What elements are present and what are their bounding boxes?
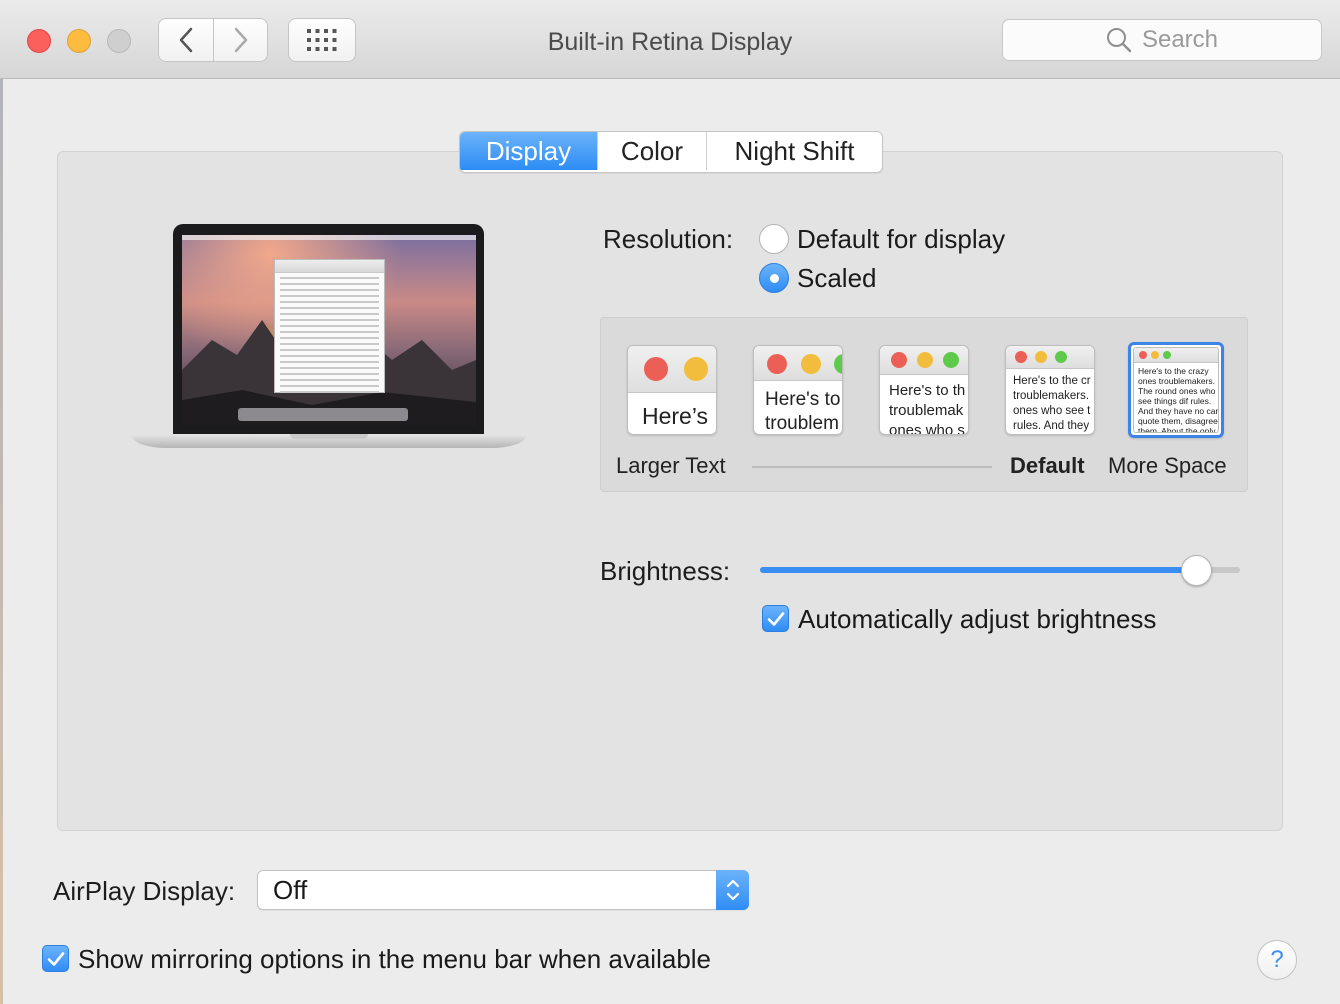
- search-placeholder: Search: [1141, 26, 1219, 53]
- grid-icon: [307, 29, 337, 51]
- default-label: Default: [1010, 453, 1085, 478]
- scale-option-1[interactable]: Here’s: [627, 345, 717, 435]
- checkmark-icon: [767, 611, 784, 626]
- forward-button[interactable]: [213, 18, 268, 62]
- airplay-label: AirPlay Display:: [53, 876, 236, 906]
- laptop-dock: [238, 408, 408, 421]
- radio-default-label[interactable]: Default for display: [797, 224, 1005, 255]
- search-icon: [1106, 28, 1132, 53]
- airplay-select-arrows[interactable]: [716, 870, 749, 910]
- brightness-slider-fill: [760, 567, 1197, 573]
- scale-divider: [752, 466, 992, 468]
- radio-scaled-label[interactable]: Scaled: [797, 263, 877, 294]
- tab-bar: Display Color Night Shift: [459, 131, 883, 173]
- laptop-notch: [290, 434, 368, 439]
- airplay-select[interactable]: [257, 870, 749, 910]
- scale-option-4[interactable]: Here's to the cr troublemakers. ones who…: [1005, 345, 1095, 435]
- help-button[interactable]: ?: [1257, 940, 1297, 980]
- brightness-label: Brightness:: [600, 556, 731, 586]
- close-button[interactable]: [27, 29, 51, 53]
- window-title: Built-in Retina Display: [547, 28, 793, 56]
- scale-option-3[interactable]: Here's to th troublemak ones who s: [879, 345, 969, 435]
- mirroring-label[interactable]: Show mirroring options in the menu bar w…: [78, 944, 711, 975]
- forward-chevron-icon: [234, 27, 247, 53]
- scale-option-2[interactable]: Here's to troublem: [753, 345, 843, 435]
- tab-display[interactable]: Display: [460, 132, 597, 170]
- scale-preview-text: Here’s: [642, 403, 709, 429]
- resolution-label: Resolution:: [603, 224, 734, 254]
- scale-preview-text: Here's to troublem: [765, 389, 841, 434]
- minimize-button[interactable]: [67, 29, 91, 53]
- tab-color[interactable]: Color: [597, 132, 706, 170]
- scale-preview-text: Here's to the crazy ones troublemakers. …: [1138, 366, 1219, 433]
- scale-option-5-selected[interactable]: Here's to the crazy ones troublemakers. …: [1128, 342, 1224, 438]
- show-all-button[interactable]: [288, 18, 356, 62]
- search-input[interactable]: Search: [1002, 19, 1322, 61]
- tab-night-shift[interactable]: Night Shift: [706, 132, 882, 170]
- desktop-edge: [0, 78, 3, 1004]
- laptop-document: [274, 259, 385, 393]
- scale-preview-text: Here's to the cr troublemakers. ones who…: [1013, 375, 1091, 432]
- zoom-button[interactable]: [107, 29, 131, 53]
- scale-preview-text: Here's to th troublemak ones who s: [889, 382, 966, 435]
- auto-brightness-label[interactable]: Automatically adjust brightness: [798, 604, 1156, 635]
- radio-scaled[interactable]: [759, 263, 789, 293]
- updown-chevron-icon: [726, 879, 739, 901]
- laptop-menubar: [182, 235, 476, 240]
- more-space-label: More Space: [1108, 453, 1227, 478]
- checkmark-icon: [47, 951, 64, 966]
- radio-default-for-display[interactable]: [759, 224, 789, 254]
- larger-text-label: Larger Text: [616, 453, 726, 478]
- airplay-value: Off: [273, 875, 308, 905]
- auto-brightness-checkbox[interactable]: [762, 605, 789, 632]
- back-button[interactable]: [158, 18, 214, 62]
- back-chevron-icon: [179, 27, 193, 53]
- mirroring-checkbox[interactable]: [42, 945, 69, 972]
